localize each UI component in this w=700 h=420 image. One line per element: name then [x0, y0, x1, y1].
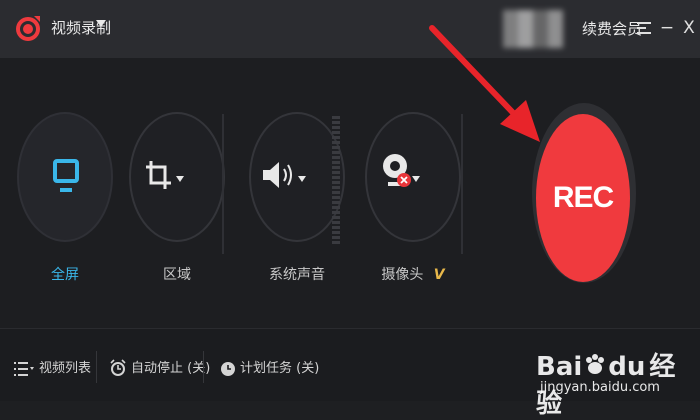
tool-webcam[interactable]: 摄像头 V [365, 112, 461, 283]
watermark-bai: Bai [536, 352, 583, 382]
divider [96, 351, 97, 383]
chevron-down-icon[interactable] [176, 176, 184, 182]
avatar[interactable] [503, 10, 563, 48]
title-bar: 视频录制 续费会员 − X [0, 0, 700, 58]
crop-icon [146, 161, 171, 189]
alarm-clock-icon [110, 359, 126, 376]
tool-label-region: 区域 [163, 267, 191, 283]
divider [203, 351, 204, 383]
volume-meter [332, 116, 340, 244]
list-icon [14, 362, 34, 376]
webcam-icon [383, 154, 411, 187]
divider [461, 114, 463, 254]
auto-stop-button[interactable]: 自动停止 (关) [131, 359, 210, 379]
schedule-task-button[interactable]: 计划任务 (关) [240, 359, 319, 379]
monitor-icon [53, 159, 79, 192]
video-list-button[interactable]: 视频列表 [39, 359, 91, 379]
tool-system-sound[interactable]: 系统声音 [249, 112, 345, 283]
minimize-button[interactable]: − [656, 14, 678, 42]
speaker-icon [263, 162, 292, 188]
tool-label-system-sound: 系统声音 [269, 267, 325, 283]
tool-label-webcam: 摄像头 V [353, 264, 473, 284]
chevron-down-icon[interactable] [96, 20, 106, 27]
menu-button[interactable] [633, 14, 655, 42]
watermark-du: du [608, 352, 646, 382]
baidu-watermark: Bai du 经验 jingyan.baidu.com [536, 322, 700, 419]
close-button[interactable]: X [678, 14, 700, 42]
rec-button[interactable]: REC [536, 114, 630, 282]
menu-icon [637, 22, 651, 34]
watermark-url: jingyan.baidu.com [540, 380, 660, 395]
paw-icon [586, 354, 605, 374]
clock-icon [221, 362, 235, 376]
divider [222, 114, 224, 254]
tool-region[interactable]: 区域 [129, 112, 225, 283]
tool-label-webcam-text: 摄像头 [381, 267, 424, 283]
chevron-down-icon[interactable] [412, 176, 420, 182]
app-logo-icon [16, 16, 40, 41]
vip-badge: V [433, 267, 445, 283]
tool-fullscreen[interactable]: 全屏 [17, 112, 113, 283]
chevron-down-icon[interactable] [298, 176, 306, 182]
tool-label-fullscreen: 全屏 [51, 267, 79, 283]
